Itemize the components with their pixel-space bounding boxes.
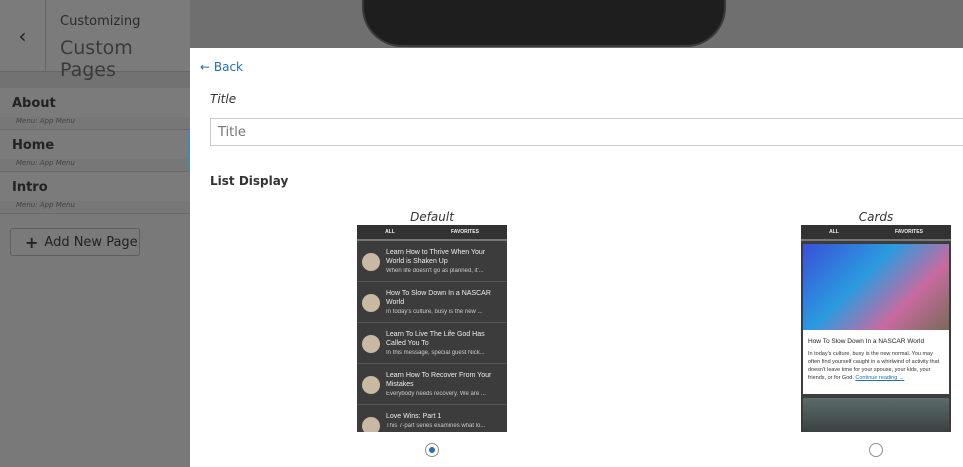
card-image xyxy=(803,398,949,432)
avatar xyxy=(362,417,380,432)
list-item: Learn How To Recover From Your Mistakes E… xyxy=(357,364,507,405)
continue-reading-link: Continue reading → xyxy=(855,375,905,381)
tab-favorites: FAVORITES xyxy=(450,229,479,235)
page-item-about[interactable]: About Menu: App Menu xyxy=(0,88,190,130)
option-default[interactable]: Default ALL FAVORITES Learn How to Thrive… xyxy=(356,210,508,457)
add-new-page-button[interactable]: + Add New Page xyxy=(10,228,140,256)
item-summary: Everybody needs recovery. We are ... xyxy=(386,391,486,397)
avatar xyxy=(362,253,380,271)
list-item: How To Slow Down In a NASCAR World In tod… xyxy=(357,282,507,323)
page-item-intro[interactable]: Intro Menu: App Menu xyxy=(0,172,190,214)
card: How To Slow Down In a NASCAR World In to… xyxy=(803,330,949,394)
page-label: About xyxy=(12,96,56,111)
page-item-home[interactable]: Home Menu: App Menu xyxy=(0,130,190,172)
item-title: Learn How to Thrive When Your World is S… xyxy=(386,249,486,265)
title-label: Title xyxy=(210,92,237,106)
page-edit-modal: ← Back Title List Display Default ALL FAV… xyxy=(190,48,963,467)
item-title: Learn How To Recover From Your Mistakes xyxy=(386,372,492,388)
avatar xyxy=(362,335,380,353)
item-summary: When life doesn't go as planned, it'... xyxy=(386,268,484,274)
cards-preview: ALL FAVORITES How To Slow Down In a NASCA… xyxy=(801,225,951,432)
customizer-header: ‹ Customizing Custom Pages xyxy=(0,0,190,81)
page-menu: Menu: App Menu xyxy=(0,159,188,171)
page-label: Intro xyxy=(12,180,48,195)
add-new-page-label: Add New Page xyxy=(44,234,138,250)
list-item: Love Wins: Part 1 This 7-part series exam… xyxy=(357,405,507,432)
list-item: Learn To Live The Life God Has Called Yo… xyxy=(357,323,507,364)
back-link[interactable]: ← Back xyxy=(200,60,243,74)
card-title: How To Slow Down In a NASCAR World xyxy=(808,338,925,345)
item-title: How To Slow Down In a NASCAR World xyxy=(386,290,491,306)
option-caption: Cards xyxy=(858,210,894,224)
radio-default[interactable] xyxy=(425,443,439,457)
title-input[interactable] xyxy=(210,118,963,146)
card-image xyxy=(803,244,949,330)
back-button[interactable]: ‹ xyxy=(0,0,46,72)
plus-icon: + xyxy=(25,232,39,252)
customizing-label: Customizing xyxy=(60,14,141,29)
list-display-label: List Display xyxy=(210,174,289,188)
page-menu: Menu: App Menu xyxy=(0,201,190,213)
radio-cards[interactable] xyxy=(869,443,883,457)
page-menu: Menu: App Menu xyxy=(0,117,190,129)
avatar xyxy=(362,376,380,394)
panel-title: Custom Pages xyxy=(60,37,133,81)
list-item: Learn How to Thrive When Your World is S… xyxy=(357,241,507,282)
phone-preview-frame xyxy=(362,0,726,47)
tab-all: ALL xyxy=(829,229,839,235)
tab-all: ALL xyxy=(385,229,395,235)
item-title: Learn To Live The Life God Has Called Yo… xyxy=(386,331,485,347)
customizer-sidebar: ‹ Customizing Custom Pages About Menu: Ap… xyxy=(0,0,190,467)
item-summary: In today's culture, busy is the new ... xyxy=(386,309,483,315)
default-preview: ALL FAVORITES Learn How to Thrive When Yo… xyxy=(357,225,507,432)
item-title: Love Wins: Part 1 xyxy=(386,413,442,420)
option-cards[interactable]: Cards ALL FAVORITES How To Slow Down In a… xyxy=(800,210,952,457)
item-summary: In this message, special guest Nick... xyxy=(386,350,485,356)
page-label: Home xyxy=(12,138,55,153)
item-summary: This 7-part series examines what lo... xyxy=(386,423,486,429)
option-caption: Default xyxy=(410,210,454,224)
tab-favorites: FAVORITES xyxy=(894,229,923,235)
avatar xyxy=(362,294,380,312)
chevron-left-icon: ‹ xyxy=(18,24,27,48)
